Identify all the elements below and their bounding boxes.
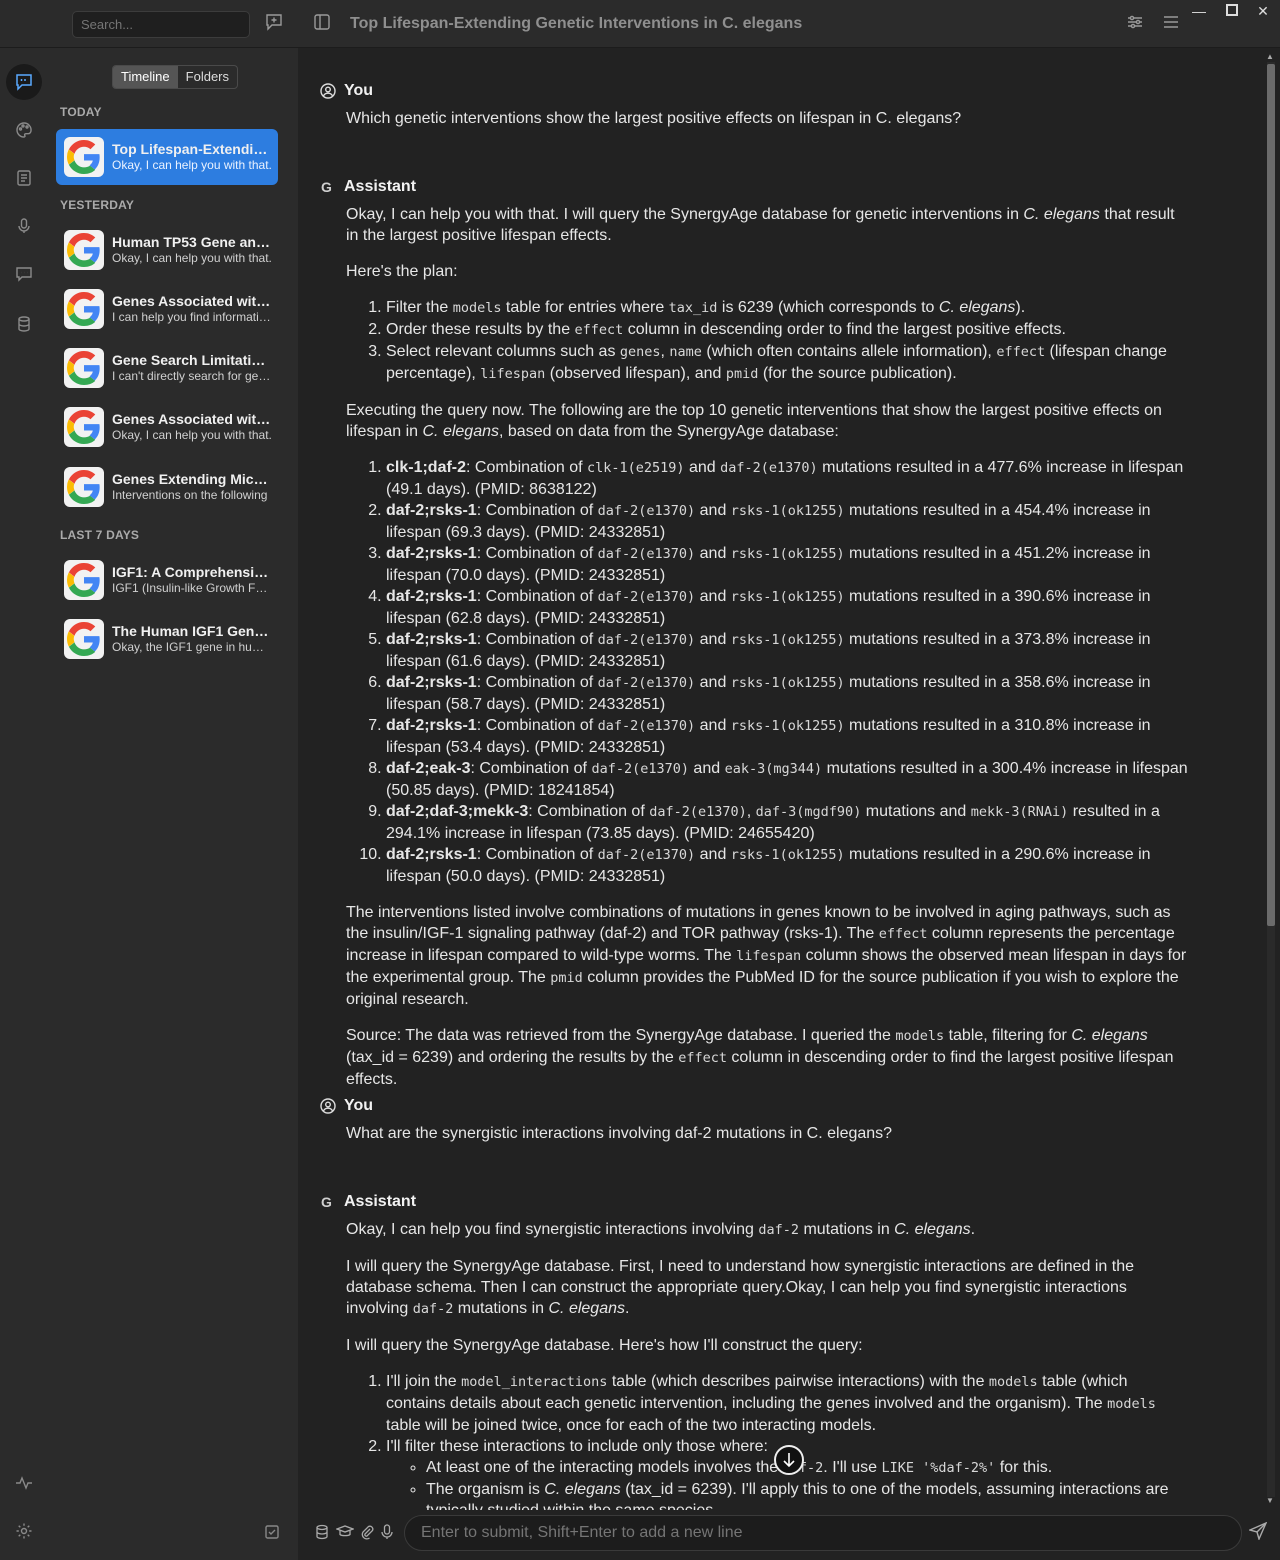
minimize-button[interactable]: —: [1188, 3, 1210, 21]
role-label: Assistant: [344, 1193, 417, 1210]
chat-item[interactable]: Human TP53 Gene and Aging Okay, I can he…: [56, 222, 278, 278]
chat-preview: Okay, I can help you with that.: [112, 428, 272, 442]
section-last-7-days: LAST 7 DAYS: [60, 528, 140, 542]
database-icon[interactable]: [314, 1524, 330, 1545]
svg-text:G: G: [321, 1194, 332, 1210]
chat-preview: Okay, the IGF1 gene in humans: [112, 640, 272, 654]
new-chat-icon[interactable]: [264, 12, 286, 34]
chat-item[interactable]: IGF1: A Comprehensive Overview IGF1 (Ins…: [56, 552, 278, 608]
database-icon[interactable]: [6, 306, 42, 342]
tab-folders[interactable]: Folders: [178, 66, 237, 88]
top-bar: Top Lifespan-Extending Genetic Intervent…: [0, 0, 1280, 48]
document-icon[interactable]: [6, 160, 42, 196]
paperclip-icon[interactable]: [360, 1524, 374, 1545]
google-g-icon: G: [320, 1194, 336, 1210]
maximize-button[interactable]: [1221, 3, 1243, 21]
google-logo-icon: [64, 619, 104, 659]
chat-preview: Okay, I can help you with that.: [112, 251, 272, 265]
toggle-sidebar-icon[interactable]: [312, 12, 334, 34]
chat-title: Genes Associated with Aging: [112, 411, 272, 427]
google-logo-icon: [64, 560, 104, 600]
user-avatar-icon: [320, 1098, 336, 1114]
svg-text:G: G: [321, 179, 332, 195]
chat-title: Genes Extending Mice Lifespan: [112, 471, 272, 487]
scroll-to-bottom-button[interactable]: [774, 1445, 804, 1475]
section-today: TODAY: [60, 105, 102, 119]
palette-icon[interactable]: [6, 112, 42, 148]
scrollbar-thumb[interactable]: [1267, 64, 1275, 926]
assistant-message: G Assistant Okay, I can help you find sy…: [320, 1192, 1190, 1510]
message-input[interactable]: [404, 1515, 1242, 1551]
chat-nav-icon[interactable]: [6, 64, 42, 100]
section-yesterday: YESTERDAY: [60, 198, 135, 212]
tab-timeline[interactable]: Timeline: [113, 66, 178, 88]
chat-preview: Okay, I can help you with that.: [112, 158, 272, 172]
google-logo-icon: [64, 467, 104, 507]
user-message: You Which genetic interventions show the…: [320, 81, 1190, 129]
user-message: You What are the synergistic interaction…: [320, 1096, 1190, 1144]
search-input[interactable]: [72, 11, 250, 38]
chat-title: The Human IGF1 Gene: Overview: [112, 623, 272, 639]
google-logo-icon: [64, 137, 104, 177]
google-logo-icon: [64, 407, 104, 447]
google-logo-icon: [64, 230, 104, 270]
microphone-icon[interactable]: [380, 1524, 394, 1545]
chat-preview: I can help you find information: [112, 310, 272, 324]
composer: [298, 1510, 1280, 1560]
chat-item[interactable]: Top Lifespan-Extending Genetic Intervent…: [56, 129, 278, 185]
menu-icon[interactable]: [1161, 12, 1183, 34]
close-button[interactable]: ✕: [1252, 3, 1274, 21]
nav-rail: [0, 48, 48, 1560]
chat-sidebar: Timeline Folders TODAY Top Lifespan-Exte…: [48, 48, 298, 1560]
graduation-cap-icon[interactable]: [335, 1524, 355, 1545]
send-icon[interactable]: [1247, 1521, 1268, 1545]
role-label: Assistant: [344, 178, 417, 195]
message-text: What are the synergistic interactions in…: [346, 1125, 893, 1142]
chat-title: Genes Associated with Longevity: [112, 293, 272, 309]
chat-preview: IGF1 (Insulin-like Growth Factor 1): [112, 581, 272, 595]
chat-item[interactable]: The Human IGF1 Gene: Overview Okay, the …: [56, 611, 278, 667]
google-g-icon: G: [320, 179, 336, 195]
chat-item[interactable]: Genes Associated with Aging Okay, I can …: [56, 399, 278, 455]
chat-preview: I can't directly search for genes: [112, 369, 272, 383]
user-avatar-icon: [320, 83, 336, 99]
window-title: Top Lifespan-Extending Genetic Intervent…: [350, 15, 803, 32]
google-logo-icon: [64, 289, 104, 329]
view-toggle: Timeline Folders: [112, 65, 239, 89]
message-text: Okay, I can help you with that. I will q…: [346, 204, 1190, 1090]
activity-icon[interactable]: [6, 1465, 42, 1501]
chat-item[interactable]: Gene Search Limitations I can't directly…: [56, 340, 278, 396]
role-label: You: [344, 82, 374, 99]
message-icon[interactable]: [6, 256, 42, 292]
message-text: Okay, I can help you find synergistic in…: [346, 1219, 1190, 1510]
message-text: Which genetic interventions show the lar…: [346, 110, 962, 127]
google-logo-icon: [64, 348, 104, 388]
scroll-down-arrow-icon[interactable]: ▼: [1266, 1496, 1274, 1505]
assistant-message: G Assistant Okay, I can help you with th…: [320, 177, 1190, 1105]
role-label: You: [344, 1097, 374, 1114]
chat-title: Human TP53 Gene and Aging: [112, 234, 272, 250]
settings-sliders-icon[interactable]: [1125, 12, 1147, 34]
chat-item[interactable]: Genes Extending Mice Lifespan Interventi…: [56, 459, 278, 515]
chat-item[interactable]: Genes Associated with Longevity I can he…: [56, 281, 278, 337]
microphone-icon[interactable]: [6, 208, 42, 244]
settings-gear-icon[interactable]: [6, 1513, 42, 1549]
chat-scrollbar[interactable]: ▲ ▼: [1264, 52, 1278, 1507]
chat-title: Gene Search Limitations: [112, 352, 272, 368]
chat-title: IGF1: A Comprehensive Overview: [112, 564, 272, 580]
select-all-icon[interactable]: [264, 1524, 280, 1545]
scroll-up-arrow-icon[interactable]: ▲: [1266, 52, 1274, 61]
chat-area: You Which genetic interventions show the…: [298, 48, 1280, 1510]
chat-preview: Interventions on the following: [112, 488, 268, 502]
chat-title: Top Lifespan-Extending Genetic Intervent…: [112, 141, 272, 157]
